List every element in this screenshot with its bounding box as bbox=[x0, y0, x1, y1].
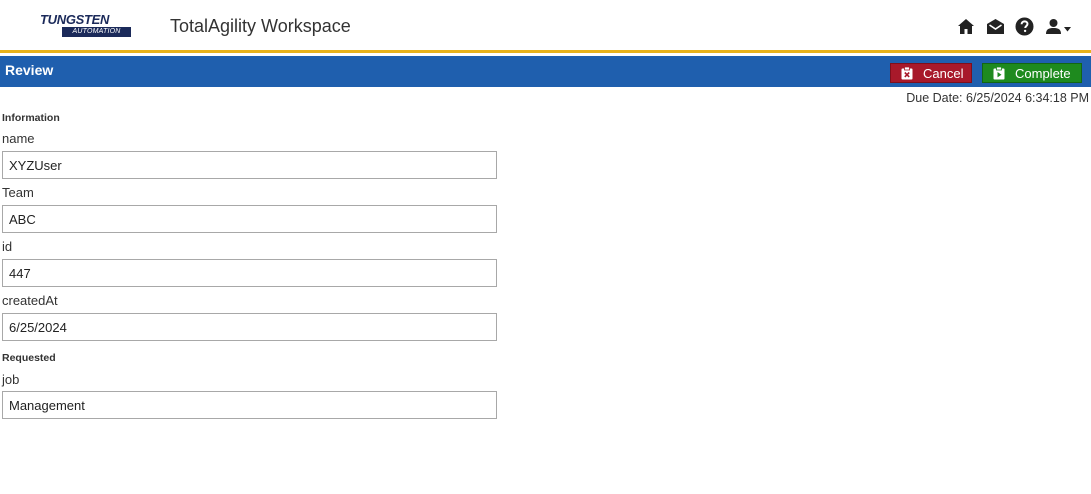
created-at-field[interactable] bbox=[2, 313, 497, 341]
complete-button[interactable]: Complete bbox=[982, 63, 1082, 83]
help-icon[interactable] bbox=[1014, 16, 1034, 36]
complete-button-label: Complete bbox=[1015, 65, 1071, 81]
cancel-button[interactable]: Cancel bbox=[890, 63, 972, 83]
user-menu[interactable] bbox=[1043, 16, 1071, 36]
task-title: Review bbox=[5, 62, 54, 78]
app-title: TotalAgility Workspace bbox=[170, 16, 351, 36]
job-label: job bbox=[2, 372, 20, 387]
user-icon bbox=[1043, 16, 1063, 36]
logo-subtitle: AUTOMATION bbox=[62, 27, 131, 37]
section-requested-heading: Requested bbox=[2, 352, 56, 364]
job-field[interactable] bbox=[2, 391, 497, 419]
clipboard-x-icon bbox=[901, 66, 913, 80]
inbox-icon[interactable] bbox=[985, 16, 1005, 36]
id-label: id bbox=[2, 239, 13, 254]
home-icon[interactable] bbox=[956, 16, 976, 36]
created-at-label: createdAt bbox=[2, 293, 58, 308]
team-field[interactable] bbox=[2, 205, 497, 233]
caret-down-icon bbox=[1064, 17, 1071, 36]
name-label: name bbox=[2, 131, 35, 146]
clipboard-play-icon bbox=[993, 66, 1005, 80]
team-label: Team bbox=[2, 185, 34, 200]
task-header-bar: Review Cancel Complete bbox=[0, 56, 1091, 87]
cancel-button-label: Cancel bbox=[923, 65, 964, 81]
top-navigation-bar: TUNGSTEN AUTOMATION TotalAgility Workspa… bbox=[0, 0, 1091, 53]
id-field[interactable] bbox=[2, 259, 497, 287]
section-information-heading: Information bbox=[2, 112, 60, 124]
tungsten-automation-logo[interactable]: TUNGSTEN AUTOMATION bbox=[40, 13, 132, 39]
due-date: Due Date: 6/25/2024 6:34:18 PM bbox=[906, 91, 1089, 105]
name-field[interactable] bbox=[2, 151, 497, 179]
top-right-toolbar bbox=[956, 16, 1071, 36]
logo-wordmark: TUNGSTEN bbox=[40, 12, 110, 27]
